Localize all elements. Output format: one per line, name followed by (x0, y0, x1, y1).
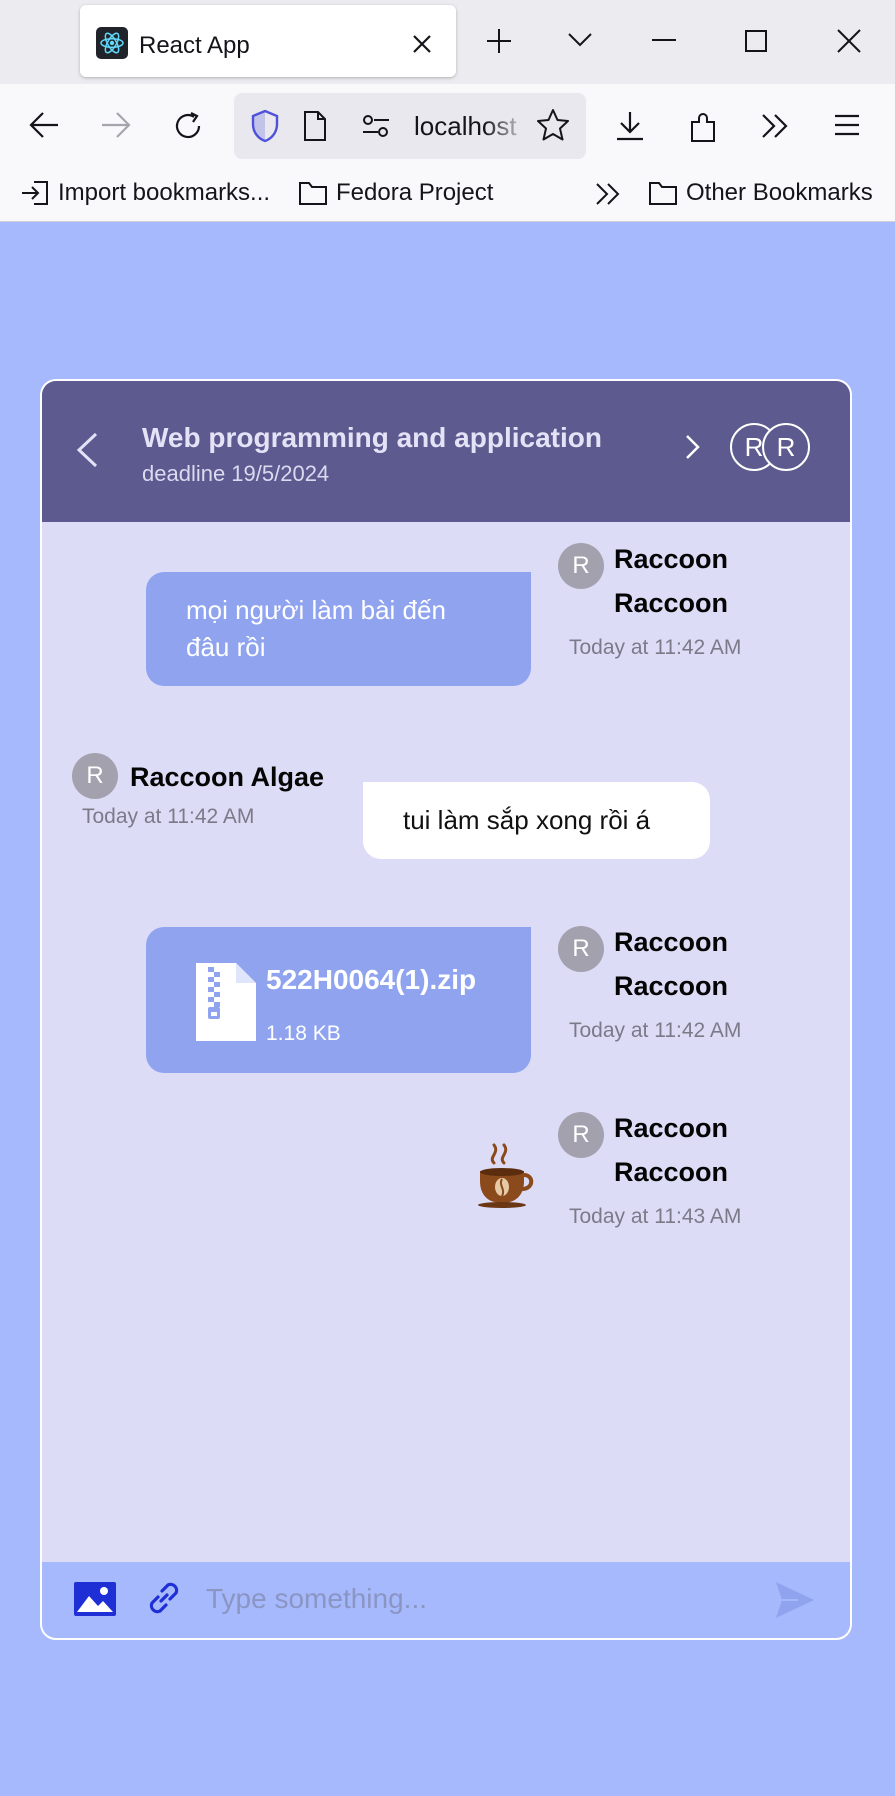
other-bookmarks-button[interactable]: Other Bookmarks (648, 178, 873, 208)
browser-tab-bar: React App (0, 0, 895, 84)
url-bar[interactable]: localhost (234, 93, 586, 159)
react-logo-icon (96, 27, 128, 59)
back-arrow-icon[interactable] (28, 110, 60, 140)
more-tools-chevrons-icon[interactable] (760, 113, 790, 139)
file-size: 1.18 KB (266, 1022, 341, 1045)
tab-list-chevron-icon[interactable] (566, 30, 594, 50)
menu-icon[interactable] (834, 114, 860, 136)
chevron-right-icon[interactable] (684, 433, 702, 461)
send-icon[interactable] (774, 1580, 816, 1620)
chat-panel: Web programming and application deadline… (40, 379, 852, 1640)
bookmarks-overflow-chevrons-icon[interactable] (594, 182, 622, 206)
avatar: R (558, 926, 604, 972)
import-bookmarks-label: Import bookmarks... (58, 179, 271, 206)
browser-nav-bar: localhost (0, 84, 895, 168)
page-info-icon[interactable] (302, 110, 328, 142)
minimize-icon[interactable] (652, 38, 676, 42)
chat-subtitle: deadline 19/5/2024 (142, 461, 330, 486)
folder-icon (649, 182, 677, 205)
sender-name: Raccoon Algae (130, 762, 325, 792)
file-name: 522H0064(1).zip (266, 964, 477, 995)
sender-name: Raccoon Raccoon (614, 1113, 729, 1187)
image-icon[interactable] (74, 1582, 116, 1616)
close-window-icon[interactable] (836, 28, 862, 54)
message-timestamp: Today at 11:42 AM (82, 805, 255, 828)
permissions-icon[interactable] (361, 113, 391, 139)
message-timestamp: Today at 11:43 AM (569, 1205, 742, 1228)
import-bookmarks-button[interactable]: Import bookmarks... (20, 178, 270, 208)
tab-close-icon[interactable] (410, 32, 434, 56)
forward-arrow-icon (102, 112, 131, 138)
member-avatar[interactable]: R (762, 423, 810, 471)
other-bookmarks-label: Other Bookmarks (686, 179, 873, 206)
message-input[interactable] (206, 1574, 676, 1624)
message-input-bar (42, 1562, 850, 1638)
avatar: R (72, 753, 118, 799)
import-icon (22, 181, 48, 205)
message-bubble: mọi người làm bài đến đâu rồi (146, 572, 531, 686)
url-fade (484, 103, 529, 149)
downloads-icon[interactable] (614, 110, 646, 142)
coffee-cup-icon (478, 1143, 534, 1208)
sender-name: Raccoon Raccoon (614, 927, 729, 1001)
extensions-icon[interactable] (688, 110, 720, 144)
tab-title: React App (139, 32, 250, 59)
reload-icon[interactable] (172, 110, 204, 142)
file-attachment[interactable]: 522H0064(1).zip 1.18 KB (146, 927, 531, 1073)
chat-header: Web programming and application deadline… (42, 381, 850, 522)
zip-file-icon (196, 963, 256, 1041)
maximize-icon[interactable] (745, 30, 767, 52)
folder-icon (299, 182, 327, 205)
bookmark-star-icon[interactable] (536, 108, 570, 142)
chevron-left-icon[interactable] (74, 431, 100, 469)
avatar: R (558, 543, 604, 589)
message-timestamp: Today at 11:42 AM (569, 636, 742, 659)
bookmark-fedora-project[interactable]: Fedora Project (298, 178, 493, 208)
avatar: R (558, 1112, 604, 1158)
sender-name: Raccoon Raccoon (614, 544, 729, 618)
shield-icon[interactable] (250, 109, 280, 143)
message-timestamp: Today at 11:42 AM (569, 1019, 742, 1042)
new-tab-icon[interactable] (484, 26, 514, 56)
bookmark-fedora-label: Fedora Project (336, 179, 494, 206)
browser-tab[interactable]: React App (80, 5, 456, 77)
chat-title: Web programming and application (142, 422, 602, 453)
bookmarks-bar: Import bookmarks... Fedora Project Other… (0, 168, 895, 222)
link-icon[interactable] (144, 1578, 184, 1618)
message-bubble: tui làm sắp xong rồi á (363, 782, 710, 859)
